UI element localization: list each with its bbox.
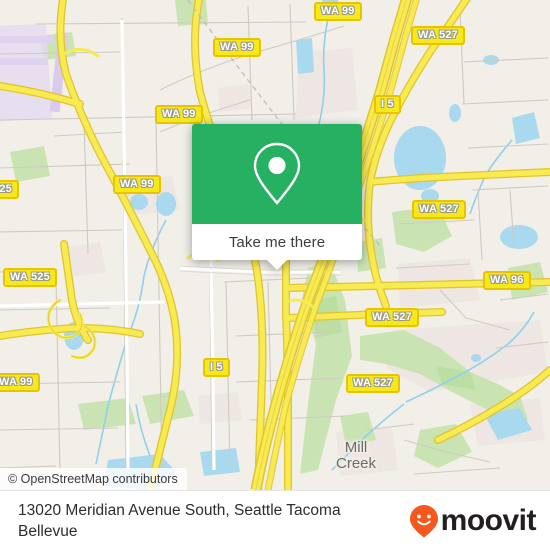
road-shield: 525 xyxy=(0,180,19,199)
road-shield: WA 527 xyxy=(365,308,419,327)
road-shield: WA 99 xyxy=(113,175,161,194)
popup-pointer-tip xyxy=(266,259,288,270)
road-shield: WA 96 xyxy=(483,271,531,290)
moovit-logo[interactable]: moovit xyxy=(409,503,537,538)
road-shield: WA 527 xyxy=(411,26,465,45)
road-shield: WA 99 xyxy=(213,38,261,57)
road-shield: WA 527 xyxy=(412,200,466,219)
bottom-bar: 13020 Meridian Avenue South, Seattle Tac… xyxy=(0,490,550,550)
road-shield: WA 99 xyxy=(0,373,40,392)
map-screenshot: WA 99 WA 527 WA 99 I 5 WA 99 WA 99 WA 527 525 WA… xyxy=(0,0,550,550)
road-shield: WA 525 xyxy=(3,268,57,287)
moovit-smiley-pin-icon xyxy=(409,504,438,537)
map-attribution[interactable]: © OpenStreetMap contributors xyxy=(0,468,187,490)
address-label: 13020 Meridian Avenue South, Seattle Tac… xyxy=(18,501,341,540)
moovit-wordmark: moovit xyxy=(440,503,537,537)
popup-image-area xyxy=(192,124,362,224)
road-shield: WA 99 xyxy=(314,2,362,21)
map-canvas[interactable]: WA 99 WA 527 WA 99 I 5 WA 99 WA 99 WA 527 525 WA… xyxy=(0,0,550,490)
location-popup-card[interactable]: Take me there xyxy=(192,124,362,270)
road-shield: WA 99 xyxy=(155,105,203,124)
road-shield: I 5 xyxy=(374,95,401,114)
take-me-there-label: Take me there xyxy=(228,233,326,251)
road-shield: I 5 xyxy=(203,358,230,377)
road-shield: WA 527 xyxy=(346,374,400,393)
place-label: Mill Creek xyxy=(336,439,377,472)
map-pin-icon xyxy=(253,142,301,205)
popup-footer[interactable]: Take me there xyxy=(192,224,362,270)
